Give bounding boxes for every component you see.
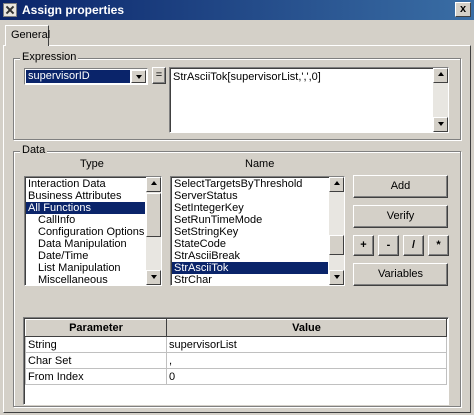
- tab-general[interactable]: General: [5, 25, 50, 46]
- scroll-down-button[interactable]: [329, 270, 344, 285]
- name-list-item[interactable]: ServerStatus: [172, 190, 328, 202]
- name-list-item[interactable]: SetRunTimeMode: [172, 214, 328, 226]
- app-icon: [3, 3, 17, 17]
- parameter-cell: String: [25, 336, 167, 353]
- value-cell[interactable]: ,: [166, 352, 447, 369]
- type-list-item[interactable]: Business Attributes: [26, 190, 145, 202]
- variable-select[interactable]: supervisorID: [24, 68, 148, 85]
- divide-button[interactable]: /: [403, 235, 424, 256]
- window-title: Assign properties: [22, 3, 125, 17]
- scroll-up-button[interactable]: [433, 68, 448, 83]
- scroll-down-button[interactable]: [146, 270, 161, 285]
- name-list-item[interactable]: StateCode: [172, 238, 328, 250]
- expression-editor[interactable]: StrAsciiTok[supervisorList,',',0]: [169, 67, 449, 133]
- scroll-thumb[interactable]: [329, 235, 344, 255]
- name-list-item[interactable]: SetIntegerKey: [172, 202, 328, 214]
- add-button[interactable]: Add: [353, 175, 448, 198]
- name-list-items: SelectTargetsByThreshold ServerStatus SetI…: [172, 178, 328, 285]
- chevron-down-icon[interactable]: [131, 70, 146, 83]
- type-list-item[interactable]: List Manipulation: [26, 262, 145, 274]
- name-list-item[interactable]: StrChar: [172, 274, 328, 285]
- type-list-item[interactable]: Interaction Data: [26, 178, 145, 190]
- type-list-item[interactable]: Date/Time: [26, 250, 145, 262]
- minus-button[interactable]: -: [378, 235, 399, 256]
- variables-button[interactable]: Variables: [353, 263, 448, 286]
- value-column-header: Value: [166, 319, 447, 337]
- parameter-column-header: Parameter: [25, 319, 167, 337]
- title-bar: Assign properties x: [0, 0, 474, 20]
- parameter-cell: From Index: [25, 368, 167, 385]
- variable-select-value: supervisorID: [26, 70, 130, 83]
- type-list-item[interactable]: Configuration Options: [26, 226, 145, 238]
- name-list-item[interactable]: StrAsciiBreak: [172, 250, 328, 262]
- parameter-cell: Char Set: [25, 352, 167, 369]
- table-row[interactable]: String supervisorList: [25, 336, 447, 353]
- type-list-item[interactable]: CallInfo: [26, 214, 145, 226]
- parameter-grid-header-row: Parameter Value: [25, 319, 447, 337]
- verify-button[interactable]: Verify: [353, 205, 448, 228]
- close-button[interactable]: x: [455, 2, 471, 17]
- expression-group-title: Expression: [20, 51, 79, 63]
- type-list-scrollbar[interactable]: [146, 177, 161, 285]
- expression-scrollbar[interactable]: [433, 68, 448, 132]
- name-list-item[interactable]: StrAsciiTok: [172, 262, 328, 274]
- value-cell[interactable]: 0: [166, 368, 447, 385]
- name-list[interactable]: SelectTargetsByThreshold ServerStatus SetI…: [170, 176, 345, 286]
- type-list-item[interactable]: Miscellaneous: [26, 274, 145, 285]
- multiply-button[interactable]: *: [428, 235, 449, 256]
- type-list-items: Interaction Data Business Attributes All F…: [26, 178, 145, 285]
- scroll-up-button[interactable]: [329, 177, 344, 192]
- name-list-item[interactable]: SelectTargetsByThreshold: [172, 178, 328, 190]
- name-list-item[interactable]: SetStringKey: [172, 226, 328, 238]
- data-group-title: Data: [20, 144, 48, 156]
- value-cell[interactable]: supervisorList: [166, 336, 447, 353]
- name-list-scrollbar[interactable]: [329, 177, 344, 285]
- table-row[interactable]: Char Set,: [25, 352, 447, 369]
- plus-button[interactable]: +: [353, 235, 374, 256]
- expression-text: StrAsciiTok[supervisorList,',',0]: [173, 71, 321, 83]
- scroll-down-button[interactable]: [433, 117, 448, 132]
- scroll-thumb[interactable]: [146, 193, 161, 237]
- parameter-grid: Parameter Value String supervisorList Char…: [25, 319, 447, 385]
- type-list-item[interactable]: Data Manipulation: [26, 238, 145, 250]
- table-row[interactable]: From Index 0: [25, 368, 447, 385]
- type-column-header: Type: [80, 158, 104, 170]
- type-list-item[interactable]: All Functions: [26, 202, 145, 214]
- name-column-header: Name: [245, 158, 275, 170]
- equals-operator: =: [152, 67, 166, 84]
- type-list[interactable]: Interaction Data Business Attributes All F…: [24, 176, 162, 286]
- parameter-grid-body: String supervisorList Char Set, From Index 0: [25, 336, 447, 385]
- scroll-up-button[interactable]: [146, 177, 161, 192]
